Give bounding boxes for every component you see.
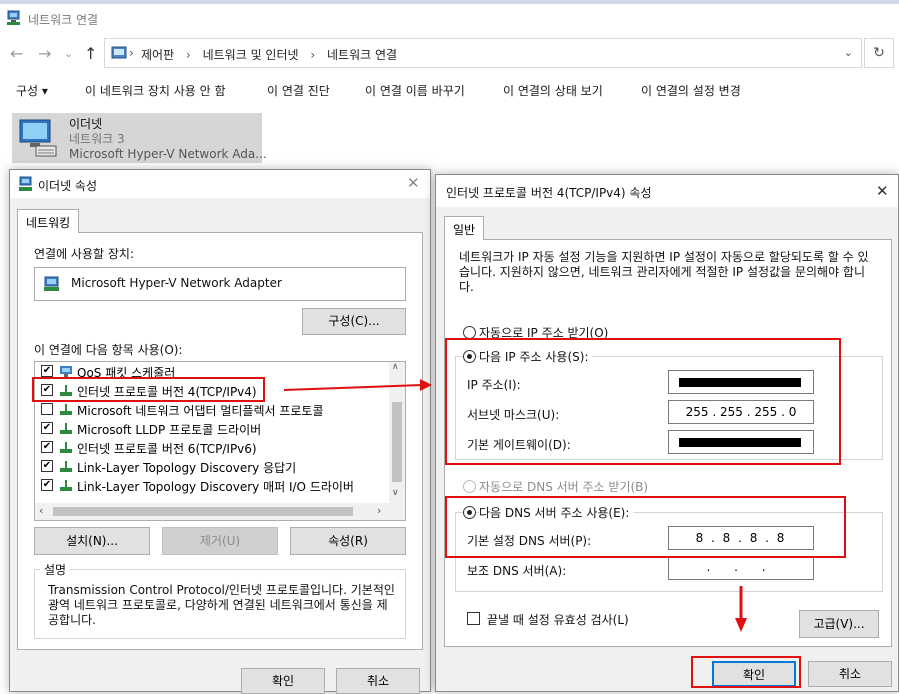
protocol-icon xyxy=(60,461,72,472)
rename-command[interactable]: 이 연결 이름 바꾸기 xyxy=(365,82,465,99)
explorer-titlebar: 네트워크 연결 xyxy=(0,4,899,34)
configure-button[interactable]: 구성(C)... xyxy=(302,308,406,335)
tab-general[interactable]: 일반 xyxy=(444,216,485,240)
protocol-icon xyxy=(60,423,72,434)
cancel-button[interactable]: 취소 xyxy=(808,661,892,687)
checkbox[interactable]: ✔ xyxy=(41,422,53,434)
scrollbar-thumb[interactable] xyxy=(392,402,402,482)
annotation-ipv4-item-box xyxy=(32,377,265,402)
connect-using-label: 연결에 사용할 장치: xyxy=(34,247,134,261)
description-text: Transmission Control Protocol/인터넷 프로토콜입니… xyxy=(48,583,395,627)
adapter-name-text: Microsoft Hyper-V Network Adapter xyxy=(71,276,282,290)
item-label: Microsoft LLDP 프로토콜 드라이버 xyxy=(77,423,262,437)
protocol-icon xyxy=(60,480,72,491)
up-arrow-icon[interactable]: ↑ xyxy=(84,44,97,63)
alternate-dns-field[interactable]: . . . xyxy=(668,556,814,580)
annotation-ok-box xyxy=(691,656,801,688)
adapter-icon xyxy=(44,276,59,291)
refresh-icon[interactable]: ↻ xyxy=(864,38,894,68)
vertical-scrollbar[interactable]: ∧ ∨ xyxy=(389,362,405,504)
tab-networking[interactable]: 네트워킹 xyxy=(17,209,80,233)
description-label: 설명 xyxy=(40,561,71,578)
window-title: 네트워크 연결 xyxy=(28,13,99,27)
scroll-right-icon[interactable]: › xyxy=(377,504,381,517)
adapter-network: 네트워크 3 xyxy=(69,132,125,146)
adapter-name-box: Microsoft Hyper-V Network Adapter xyxy=(34,267,406,301)
control-panel-icon xyxy=(111,46,127,59)
breadcrumb-network-internet[interactable]: 네트워크 및 인터넷 xyxy=(203,48,299,62)
diagnose-command[interactable]: 이 연결 진단 xyxy=(267,82,330,99)
network-connections-icon xyxy=(7,10,20,25)
organize-menu[interactable]: 구성 ▾ xyxy=(16,82,48,99)
dialog-title: 인터넷 프로토콜 버전 4(TCP/IPv4) 속성 xyxy=(446,186,652,200)
adapter-device: Microsoft Hyper-V Network Ada... xyxy=(69,147,267,161)
scroll-left-icon[interactable]: ‹ xyxy=(39,504,43,517)
info-text: 네트워크가 IP 자동 설정 기능을 지원하면 IP 설정이 자동으로 할당되도… xyxy=(459,250,869,294)
close-icon[interactable]: ✕ xyxy=(876,182,889,200)
network-icon xyxy=(19,176,32,191)
dialog-titlebar: 이더넷 속성 ✕ xyxy=(10,170,430,198)
ethernet-properties-dialog: 이더넷 속성 ✕ 네트워킹 연결에 사용할 장치: Microsoft Hype… xyxy=(9,169,431,694)
item-label: 인터넷 프로토콜 버전 6(TCP/IPv6) xyxy=(77,442,257,456)
command-bar: 구성 ▾ 이 네트워크 장치 사용 안 함 이 연결 진단 이 연결 이름 바꾸… xyxy=(0,76,899,106)
uninstall-button[interactable]: 제거(U) xyxy=(162,527,278,555)
breadcrumb-separator-icon: › xyxy=(129,46,134,60)
breadcrumb-separator-icon: › xyxy=(185,48,191,62)
item-label: Link-Layer Topology Discovery 응답기 xyxy=(77,461,297,475)
address-dropdown-icon[interactable]: ⌄ xyxy=(844,46,853,59)
change-settings-command[interactable]: 이 연결의 설정 변경 xyxy=(641,82,741,99)
back-arrow-icon[interactable]: ← xyxy=(10,44,23,63)
breadcrumb-control-panel[interactable]: 제어판 xyxy=(141,48,174,62)
checkbox[interactable]: ✔ xyxy=(41,365,53,377)
adapter-item-ethernet[interactable]: 이더넷 네트워크 3 Microsoft Hyper-V Network Ada… xyxy=(12,113,267,163)
annotation-dns-box xyxy=(445,496,846,558)
disable-device-command[interactable]: 이 네트워크 장치 사용 안 함 xyxy=(85,82,226,99)
ok-button[interactable]: 확인 xyxy=(241,668,325,694)
view-status-command[interactable]: 이 연결의 상태 보기 xyxy=(503,82,603,99)
breadcrumb-separator-icon: › xyxy=(310,48,316,62)
address-row: ← → ⌄ ↑ › 제어판 › 네트워크 및 인터넷 › 네트워크 연결 ⌄ ↻ xyxy=(0,36,899,70)
recent-chevron-icon[interactable]: ⌄ xyxy=(64,47,73,60)
breadcrumb-network-connections[interactable]: 네트워크 연결 xyxy=(327,48,397,62)
scroll-up-icon[interactable]: ∧ xyxy=(392,362,399,372)
annotation-ip-box xyxy=(445,338,841,465)
validate-checkbox[interactable] xyxy=(467,612,480,625)
cancel-button[interactable]: 취소 xyxy=(336,668,420,694)
auto-dns-label: 자동으로 DNS 서버 주소 받기(B) xyxy=(479,480,649,494)
close-icon[interactable]: ✕ xyxy=(407,174,420,192)
checkbox[interactable] xyxy=(41,403,53,415)
forward-arrow-icon[interactable]: → xyxy=(38,44,51,63)
protocol-icon xyxy=(60,442,72,453)
checkbox[interactable]: ✔ xyxy=(41,479,53,491)
networking-panel: 연결에 사용할 장치: Microsoft Hyper-V Network Ad… xyxy=(17,232,423,650)
tab-label: 네트워킹 xyxy=(26,216,71,230)
scroll-down-icon[interactable]: ∨ xyxy=(392,488,399,498)
breadcrumb: 제어판 › 네트워크 및 인터넷 › 네트워크 연결 xyxy=(141,46,397,63)
auto-dns-radio[interactable] xyxy=(463,480,476,493)
address-bar[interactable]: › 제어판 › 네트워크 및 인터넷 › 네트워크 연결 ⌄ xyxy=(104,38,862,68)
validate-label: 끝낼 때 설정 유효성 검사(L) xyxy=(487,613,629,627)
properties-button[interactable]: 속성(R) xyxy=(290,527,406,555)
checkbox[interactable]: ✔ xyxy=(41,460,53,472)
alternate-dns-label: 보조 DNS 서버(A): xyxy=(467,564,567,578)
tab-label: 일반 xyxy=(453,223,476,237)
dialog-titlebar: 인터넷 프로토콜 버전 4(TCP/IPv4) 속성 ✕ xyxy=(436,175,898,207)
install-button[interactable]: 설치(N)... xyxy=(34,527,150,555)
item-label: Microsoft 네트워크 어댑터 멀티플렉서 프로토콜 xyxy=(77,404,324,418)
horizontal-scrollbar[interactable]: ‹ › xyxy=(35,503,405,520)
scrollbar-thumb[interactable] xyxy=(53,507,353,516)
items-label: 이 연결에 다음 항목 사용(O): xyxy=(34,343,183,357)
ethernet-adapter-icon xyxy=(19,119,57,157)
checkbox[interactable]: ✔ xyxy=(41,441,53,453)
advanced-button[interactable]: 고급(V)... xyxy=(799,610,879,638)
protocol-icon xyxy=(60,404,72,415)
dialog-title: 이더넷 속성 xyxy=(38,179,98,193)
item-label: Link-Layer Topology Discovery 매퍼 I/O 드라이… xyxy=(77,480,354,494)
